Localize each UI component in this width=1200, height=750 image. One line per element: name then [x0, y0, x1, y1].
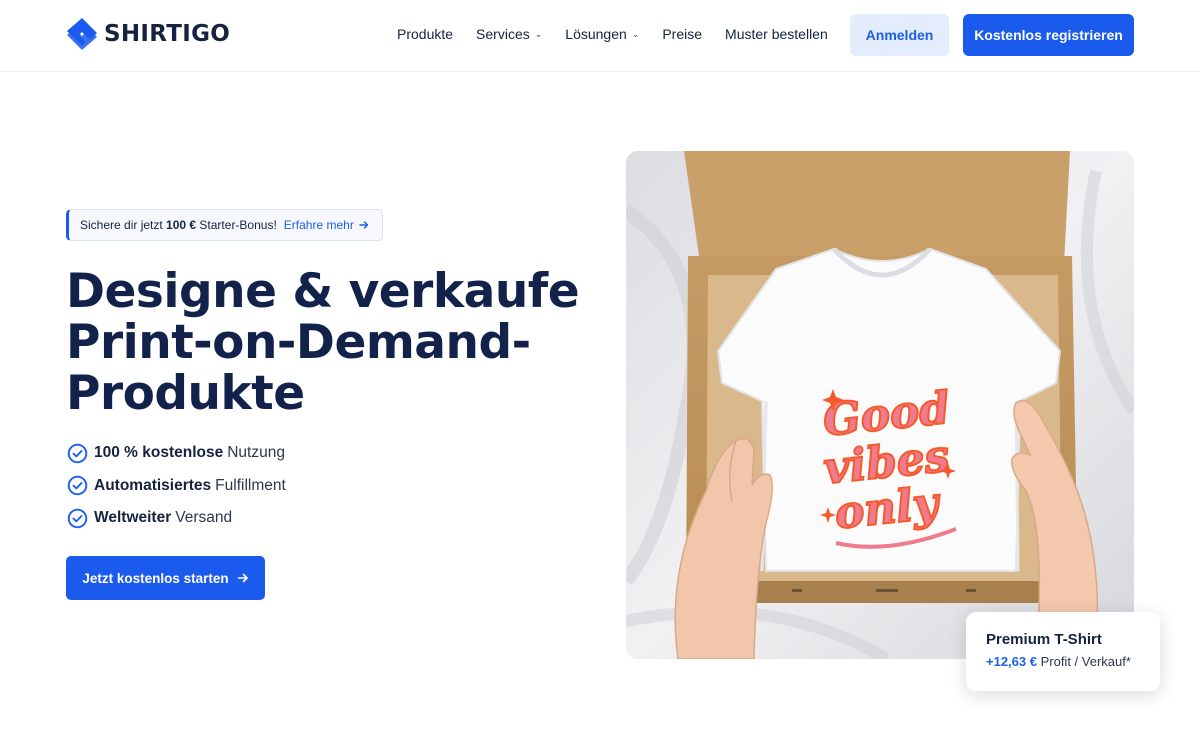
price-card-profit-line: +12,63 € Profit / Verkauf*	[986, 654, 1160, 669]
headline-line: Designe & verkaufe	[66, 264, 580, 319]
feature-bold: Weltweiter	[94, 509, 172, 526]
headline-line: Produkte	[66, 366, 305, 421]
nav-item-preise[interactable]: Preise	[662, 26, 702, 42]
feature-rest: Fulfillment	[215, 476, 286, 494]
nav-item-services[interactable]: Services ⌄	[476, 26, 542, 42]
cta-label: Jetzt kostenlos starten	[82, 570, 229, 586]
promo-prefix: Sichere dir jetzt	[80, 218, 163, 232]
register-button[interactable]: Kostenlos registrieren	[963, 14, 1134, 56]
feature-list: 100 % kostenlose Nutzung Automatisiertes…	[67, 442, 286, 540]
nav-item-muster-bestellen[interactable]: Muster bestellen	[725, 26, 828, 42]
feature-bold: Automatisiertes	[94, 476, 212, 494]
profit-suffix: Profit / Verkauf*	[1040, 654, 1131, 669]
nav-item-label: Muster bestellen	[725, 26, 828, 42]
feature-rest: Versand	[175, 509, 233, 526]
chevron-down-icon: ⌄	[534, 29, 543, 39]
promo-suffix: Starter-Bonus!	[199, 218, 277, 232]
feature-rest: Nutzung	[227, 444, 285, 461]
feature-item: Automatisiertes Fulfillment	[67, 475, 286, 497]
check-circle-icon	[67, 508, 88, 528]
nav-item-loesungen[interactable]: Lösungen ⌄	[565, 26, 639, 42]
feature-item: 100 % kostenlose Nutzung	[67, 442, 286, 464]
shirt-print-graphic: Good vibes only	[820, 382, 957, 549]
tshirt-box-illustration: Good vibes only	[626, 151, 1134, 659]
site-header: SHIRTIGO Produkte Services ⌄ Lösungen ⌄ …	[0, 0, 1200, 72]
feature-bold: 100 % kostenlose	[94, 444, 224, 461]
feature-item: Weltweiter Versand	[67, 507, 286, 529]
nav-item-label: Preise	[662, 26, 703, 42]
nav-item-produkte[interactable]: Produkte	[397, 26, 453, 42]
start-free-button[interactable]: Jetzt kostenlos starten	[66, 556, 265, 600]
nav-item-label: Services	[476, 26, 530, 42]
brand-name: SHIRTIGO	[104, 21, 231, 47]
main-nav: Produkte Services ⌄ Lösungen ⌄ Preise Mu…	[397, 26, 851, 42]
nav-item-label: Lösungen	[565, 26, 627, 42]
nav-item-label: Produkte	[397, 26, 454, 42]
promo-banner: Sichere dir jetzt 100 € Starter-Bonus! E…	[66, 209, 383, 241]
headline-line: Print-on-Demand-	[66, 315, 531, 370]
logo-mark-icon	[67, 18, 97, 50]
profit-amount: +12,63 €	[986, 654, 1037, 669]
hero-headline: Designe & verkaufe Print-on-Demand- Prod…	[66, 266, 586, 419]
arrow-right-icon	[359, 221, 369, 229]
promo-learn-more-link[interactable]: Erfahre mehr	[284, 218, 369, 232]
check-circle-icon	[67, 443, 88, 463]
promo-link-label: Erfahre mehr	[283, 218, 354, 232]
arrow-right-icon	[237, 573, 248, 583]
check-circle-icon	[67, 475, 88, 496]
price-card: Premium T-Shirt +12,63 € Profit / Verkau…	[966, 612, 1160, 691]
price-card-title: Premium T-Shirt	[986, 631, 1102, 648]
chevron-down-icon: ⌄	[631, 29, 640, 39]
brand-logo[interactable]: SHIRTIGO	[66, 17, 230, 51]
login-button[interactable]: Anmelden	[850, 14, 949, 56]
promo-amount: 100 €	[166, 218, 197, 232]
product-photo: Good vibes only	[626, 151, 1134, 659]
